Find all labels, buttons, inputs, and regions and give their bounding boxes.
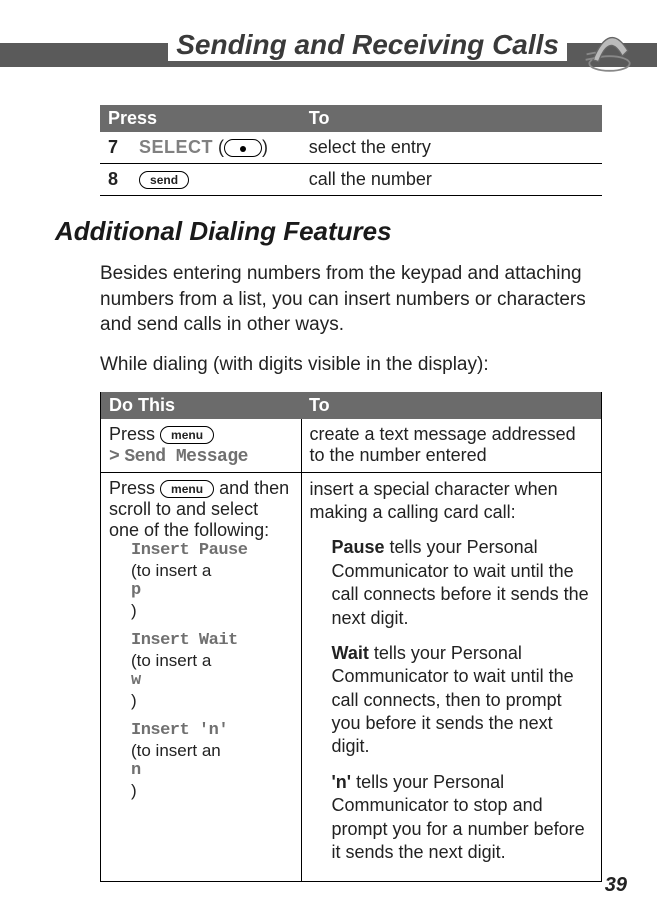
menu-key-icon: menu <box>160 480 214 498</box>
table-row: 8 send call the number <box>100 164 602 196</box>
intro-paragraph: Besides entering numbers from the keypad… <box>100 261 602 338</box>
action-cell: select the entry <box>301 132 602 164</box>
menu-option-insert-n: Insert 'n' (to insert an n) <box>131 721 293 801</box>
note-text: (to insert an <box>131 741 221 760</box>
step-number: 7 <box>108 137 134 158</box>
option-label: Insert Wait <box>131 631 293 650</box>
dothis-to-table: Do This To Press menu > Send Message cre… <box>101 392 601 882</box>
char-label: w <box>131 671 293 690</box>
table-header-press: Press <box>100 105 301 132</box>
select-softkey-label: SELECT <box>139 137 213 157</box>
option-label: Insert 'n' <box>131 721 293 740</box>
table-row: Press menu > Send Message create a text … <box>101 419 601 473</box>
step-number: 8 <box>108 169 134 190</box>
table-row: 7 SELECT () select the entry <box>100 132 602 164</box>
result-cell: create a text message addressed to the n… <box>301 419 601 473</box>
table-header-dothis: Do This <box>101 392 301 419</box>
bold-term: 'n' <box>332 772 352 792</box>
note-text: ) <box>131 691 137 710</box>
desc-text: tells your Personal Communicator to stop… <box>332 772 585 862</box>
send-key-icon: send <box>139 171 189 189</box>
section-heading: Additional Dialing Features <box>55 216 602 247</box>
note-text: ) <box>131 601 137 620</box>
menu-key-icon: menu <box>160 426 214 444</box>
desc-intro: insert a special character when making a… <box>310 478 594 525</box>
table-header-to: To <box>301 105 602 132</box>
page-title: Sending and Receiving Calls <box>168 29 567 61</box>
note-text: (to insert a <box>131 561 211 580</box>
menu-path-send-message: Send Message <box>124 447 248 467</box>
note-text: (to insert a <box>131 651 211 670</box>
press-label: Press <box>109 478 155 498</box>
press-to-table: Press To 7 SELECT () select the entry 8 … <box>100 105 602 196</box>
pause-desc: Pause tells your Personal Communicator t… <box>332 536 594 630</box>
note-text: ) <box>131 781 137 800</box>
wait-desc: Wait tells your Personal Communicator to… <box>332 642 594 759</box>
char-label: p <box>131 581 293 600</box>
press-label: Press <box>109 424 155 444</box>
table-row: Press menu and then scroll to and select… <box>101 472 601 881</box>
bold-term: Pause <box>332 537 385 557</box>
menu-option-insert-pause: Insert Pause (to insert a p) <box>131 541 293 621</box>
page-number: 39 <box>605 874 627 897</box>
table-header-to: To <box>301 392 601 419</box>
page-content: Press To 7 SELECT () select the entry 8 … <box>0 75 657 882</box>
n-desc: 'n' tells your Personal Communicator to … <box>332 771 594 865</box>
phone-handset-icon <box>582 25 637 80</box>
menu-option-insert-wait: Insert Wait (to insert a w) <box>131 631 293 711</box>
char-label: n <box>131 761 293 780</box>
page-header: Sending and Receiving Calls <box>0 15 657 75</box>
action-cell: call the number <box>301 164 602 196</box>
intro-paragraph-2: While dialing (with digits visible in th… <box>100 352 602 378</box>
option-label: Insert Pause <box>131 541 293 560</box>
bold-term: Wait <box>332 643 369 663</box>
center-select-key-icon <box>224 139 262 157</box>
breadcrumb-gt: > <box>109 447 119 467</box>
